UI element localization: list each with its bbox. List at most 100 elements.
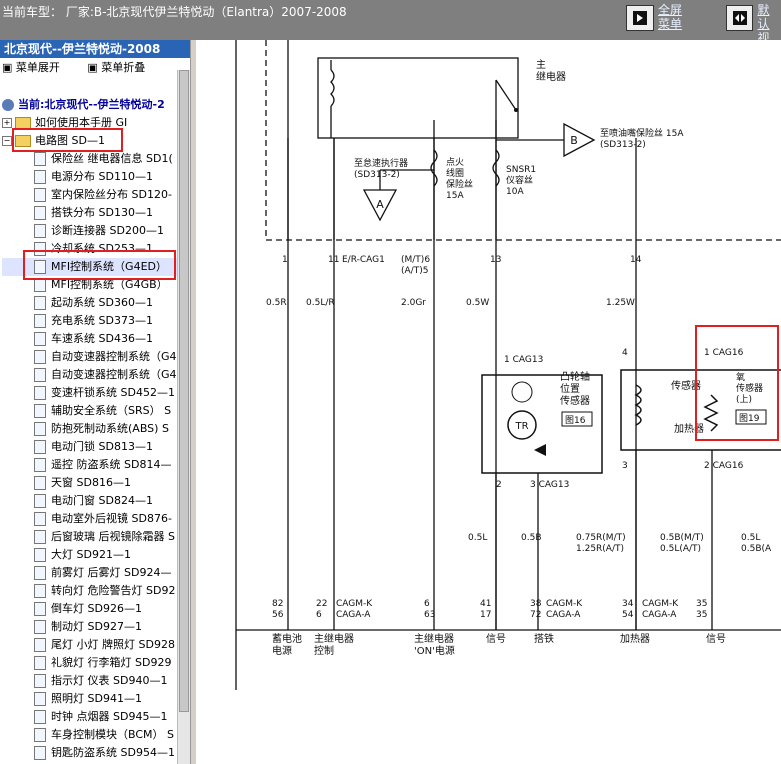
title-bar: 当前车型： 厂家:B-北京现代伊兰特悦动（Elantra）2007-2008 全… [0, 0, 781, 59]
document-icon [34, 170, 46, 184]
tree-item[interactable]: 大灯 SD921—1 [2, 546, 177, 564]
connector-label: CAGM-K [546, 599, 583, 609]
tree-item[interactable]: 搭铁分布 SD130—1 [2, 204, 177, 222]
menu-collapse-button[interactable]: ▣ 菜单折叠 [87, 61, 157, 74]
tree-item[interactable]: 电源分布 SD110—1 [2, 168, 177, 186]
document-icon [34, 332, 46, 346]
tree-item[interactable]: 起动系统 SD360—1 [2, 294, 177, 312]
pin-label: E/R-CAG1 [342, 255, 385, 265]
tree-item[interactable]: 指示灯 仪表 SD940—1 [2, 672, 177, 690]
pin-label: 2 [496, 480, 502, 490]
tree-item[interactable]: 车速系统 SD436—1 [2, 330, 177, 348]
pin-label: 3 [622, 461, 628, 471]
pin-label: 6 [424, 599, 430, 609]
collapse-icon[interactable]: − [2, 136, 12, 146]
connector-label: CAGA-A [336, 610, 371, 620]
tree-item[interactable]: 电动门窗 SD824—1 [2, 492, 177, 510]
tree-item[interactable]: 室内保险丝分布 SD120- [2, 186, 177, 204]
car-icon [2, 99, 14, 111]
tree-item[interactable]: 前雾灯 后雾灯 SD924— [2, 564, 177, 582]
tree-item[interactable]: 转向灯 危险警告灯 SD92 [2, 582, 177, 600]
wire-size-label: 0.5R [266, 298, 287, 308]
snsr-fuse-label: SNSR1 仪容丝 10A [506, 165, 536, 197]
tree-item[interactable]: 防抱死制动系统(ABS) S [2, 420, 177, 438]
default-view-icon [726, 5, 754, 31]
document-icon [34, 350, 46, 364]
tree-item[interactable]: 遥控 防盗系统 SD814— [2, 456, 177, 474]
tree-item[interactable]: 保险丝 继电器信息 SD1( [2, 150, 177, 168]
menu-controls: ▣ 菜单展开 ▣ 菜单折叠 [0, 58, 190, 78]
tree-item-label: 电动门窗 SD824—1 [51, 494, 153, 507]
tree-root[interactable]: 当前:北京现代--伊兰特悦动-2 [2, 96, 177, 114]
wire-size-label: 0.5B(M/T) [660, 533, 704, 543]
pin-label: 72 [530, 610, 541, 620]
o2-ref-label: 图19 [739, 413, 760, 424]
tree-item[interactable]: 尾灯 小灯 牌照灯 SD928 [2, 636, 177, 654]
scrollbar-thumb[interactable] [179, 70, 189, 712]
sidebar-scrollbar[interactable] [177, 70, 190, 764]
diode-icon [534, 444, 546, 456]
tree-item-label: 防抱死制动系统(ABS) S [51, 422, 169, 435]
tree-item[interactable]: 制动灯 SD927—1 [2, 618, 177, 636]
tree-item-label: 自动变速器控制系统（G4 [51, 350, 177, 363]
tree-item-label: 大灯 SD921—1 [51, 548, 131, 561]
default-view-button[interactable]: 默认视图 [726, 3, 781, 59]
tree-item-label: 电动门锁 SD813—1 [51, 440, 153, 453]
pin-label: 6 [316, 610, 322, 620]
document-icon [34, 638, 46, 652]
wire-size-label: 0.5W [466, 298, 489, 308]
tree-item[interactable]: 电动室外后视镜 SD876- [2, 510, 177, 528]
tree-item-label: 自动变速器控制系统（G4 [51, 368, 177, 381]
tree-item-label: 制动灯 SD927—1 [51, 620, 142, 633]
tree-item[interactable]: 变速杆锁系统 SD452—1 [2, 384, 177, 402]
tree-item-label: 电动室外后视镜 SD876- [51, 512, 172, 525]
sidebar: 北京现代--伊兰特悦动-2008 ▣ 菜单展开 ▣ 菜单折叠 当前:北京现代--… [0, 40, 191, 764]
pin-label: 63 [424, 610, 435, 620]
o2-sensor-label: 氧传感器(上) [736, 371, 763, 405]
function-label: 信号 [706, 633, 726, 645]
tree-item[interactable]: 礼貌灯 行李箱灯 SD929 [2, 654, 177, 672]
fullscreen-menu-button[interactable]: 全屏 菜单 [626, 3, 682, 37]
tree-item-label: 变速杆锁系统 SD452—1 [51, 386, 175, 399]
relay-coil [330, 69, 335, 107]
wire-size-label: 1.25W [606, 298, 635, 308]
pin-label: 54 [622, 610, 634, 620]
tree-item[interactable]: 自动变速器控制系统（G4 [2, 366, 177, 384]
main-relay-box [317, 57, 519, 139]
pin-label: 41 [480, 599, 491, 609]
tr-label: TR [514, 421, 528, 432]
pin-label: 38 [530, 599, 542, 609]
document-icon [34, 530, 46, 544]
tree-item-label: 车速系统 SD436—1 [51, 332, 153, 345]
heater-label: 加热器 [674, 422, 704, 435]
cam-connector-label: 3 CAG13 [530, 480, 569, 490]
document-icon [34, 728, 46, 742]
node-a-label: A [376, 198, 384, 211]
tree-item[interactable]: 车身控制模块（BCM） S [2, 726, 177, 744]
tree-item[interactable]: 自动变速器控制系统（G4 [2, 348, 177, 366]
tree-item[interactable]: 照明灯 SD941—1 [2, 690, 177, 708]
tree-item[interactable]: 电动门锁 SD813—1 [2, 438, 177, 456]
cam-ref-label: 图16 [565, 415, 586, 426]
tree-item[interactable]: 时钟 点烟器 SD945—1 [2, 708, 177, 726]
tree-item[interactable]: 倒车灯 SD926—1 [2, 600, 177, 618]
expand-icon[interactable]: + [2, 118, 12, 128]
tree-item-label: 保险丝 继电器信息 SD1( [51, 152, 173, 165]
pin-label: 22 [316, 599, 327, 609]
menu-expand-button[interactable]: ▣ 菜单展开 [2, 61, 72, 74]
connector-label: CAGA-A [546, 610, 581, 620]
function-label: 搭铁 [534, 632, 554, 645]
tree-item[interactable]: 辅助安全系统（SRS） S [2, 402, 177, 420]
window-title: 当前车型： 厂家:B-北京现代伊兰特悦动（Elantra）2007-2008 [2, 5, 347, 19]
tree-item[interactable]: 钥匙防盗系统 SD954—1 [2, 744, 177, 762]
tree-item[interactable]: 后窗玻璃 后视镜除霜器 S [2, 528, 177, 546]
document-icon [34, 566, 46, 580]
node-b-triangle [563, 122, 596, 158]
o2-resistor [703, 394, 719, 432]
document-icon [34, 710, 46, 724]
pin-label: (M/T)6 [401, 255, 430, 265]
tree-item[interactable]: 天窗 SD816—1 [2, 474, 177, 492]
tree-item[interactable]: 诊断连接器 SD200—1 [2, 222, 177, 240]
wire-size-label: 0.5L(A/T) [660, 544, 701, 554]
tree-item[interactable]: 充电系统 SD373—1 [2, 312, 177, 330]
